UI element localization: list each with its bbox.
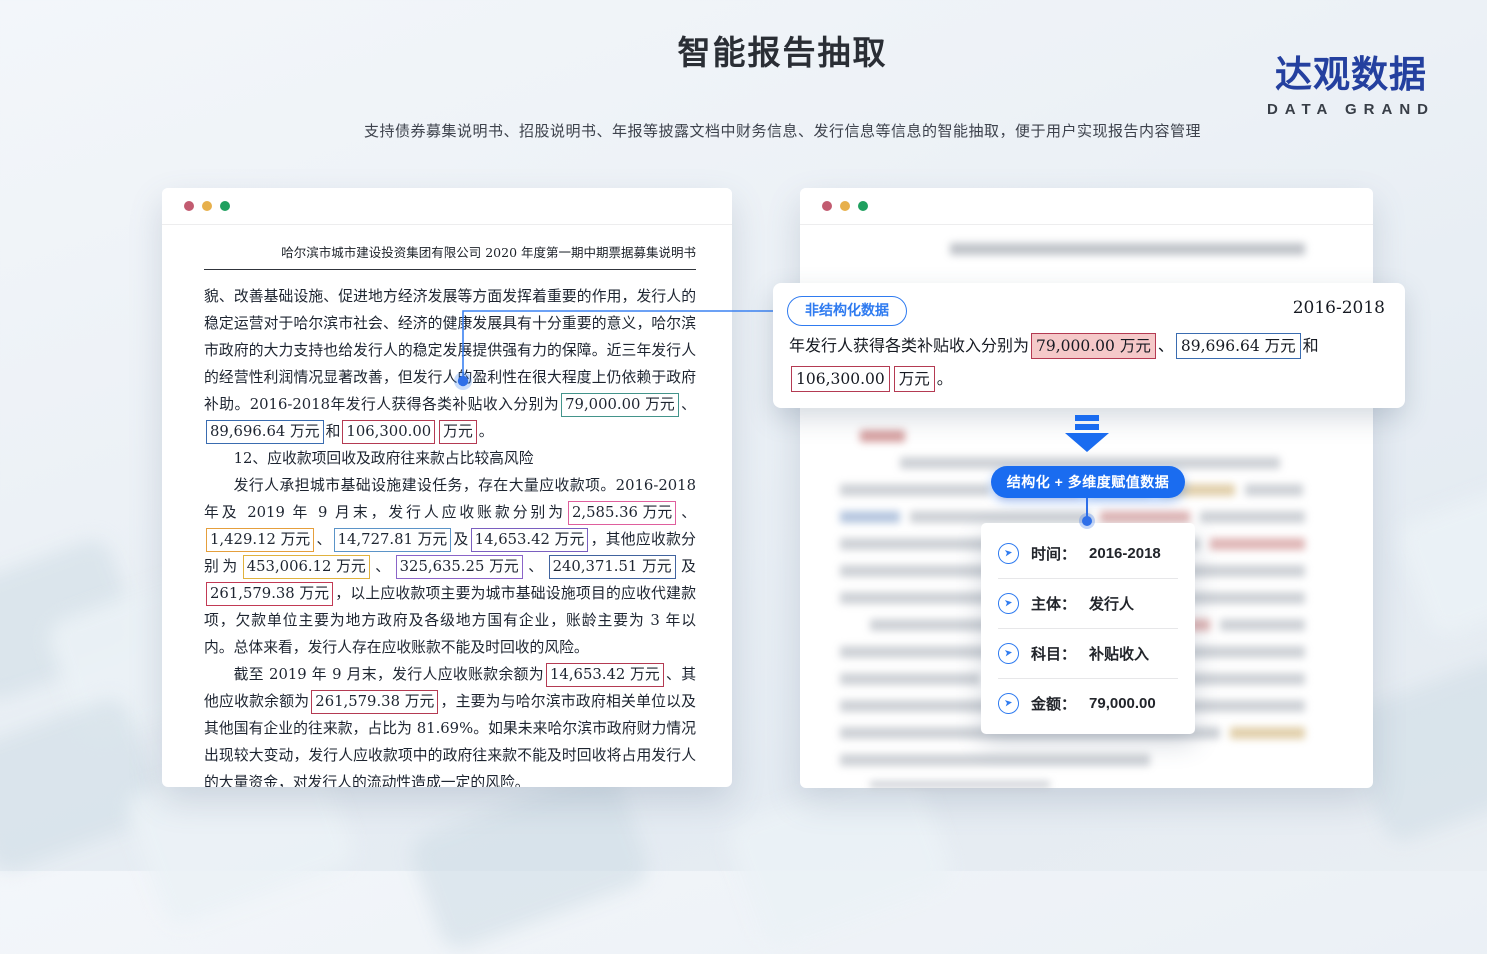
extracted-value: 14,727.81 万元 [334,528,452,552]
field-row-2: ➤ 主体： 发行人 [998,579,1178,629]
extracted-value: 14,653.42 万元 [546,663,664,687]
extracted-value: 106,300.00 [342,420,435,444]
traffic-light-green-icon [220,201,230,211]
field-label: 科目： [1031,643,1076,664]
doc-text: 、 [316,531,331,548]
field-label: 主体： [1031,593,1076,614]
document-page: 哈尔滨市城市建设投资集团有限公司 2020 年度第一期中期票据募集说明书 貌、改… [204,225,696,787]
blurred-text-line [870,781,1050,788]
page-subtitle: 支持债券募集说明书、招股说明书、年报等披露文档中财务信息、发行信息等信息的智能抽… [162,120,1403,141]
extracted-value: 261,579.38 万元 [311,690,438,714]
unstructured-data-tag[interactable]: 非结构化数据 [787,296,907,326]
field-value: 补贴收入 [1089,643,1149,664]
field-label: 金额： [1031,693,1076,714]
blurred-text-line [860,430,905,442]
blurred-text-line [840,592,1000,604]
brand-logo-cn: 达观数据 [1267,44,1435,98]
blurred-text-line [1100,511,1190,523]
extracted-value: 89,696.64 万元 [206,420,324,444]
send-icon: ➤ [997,642,1021,666]
page-title: 智能报告抽取 [162,26,1403,74]
traffic-light-red-icon [184,201,194,211]
window-header [162,188,732,225]
callout-text: 年发行人获得各类补贴收入分别为79,000.00 万元、89,696.64 万元… [789,329,1389,395]
document-header-title: 哈尔滨市城市建设投资集团有限公司 2020 年度第一期中期票据募集说明书 [204,242,696,270]
doc-text: 。 [479,423,494,440]
doc-paragraph: 12、应收款项回收及政府往来款占比较高风险 [204,445,696,472]
extracted-value: 万元 [894,366,935,392]
doc-text: 12、应收款项回收及政府往来款占比较高风险 [234,450,534,467]
extracted-value: 1,429.12 万元 [206,528,314,552]
blurred-text-line [1200,511,1305,523]
doc-text: 、 [681,396,696,413]
doc-text: 。 [937,369,953,388]
blurred-text-line [1230,727,1305,739]
doc-text: 、 [525,558,547,575]
structured-result-card: ➤ 时间： 2016-2018 ➤ 主体： 发行人 ➤ 科目： 补贴收入 ➤ 金额： 79,000.0… [981,523,1195,734]
blurred-text-line [840,754,1150,766]
send-icon: ➤ [997,592,1021,616]
traffic-light-yellow-icon [202,201,212,211]
doc-text: 和 [1303,336,1319,355]
doc-text: 和 [326,423,341,440]
callout-period: 2016-2018 [1293,298,1385,318]
traffic-light-green-icon [858,201,868,211]
blurred-text-line [840,484,990,496]
doc-text: 年发行人获得各类补贴收入分别为 [789,336,1029,355]
blurred-text-line [1220,619,1305,631]
extracted-value: 261,579.38 万元 [206,582,333,606]
doc-text: 及 [678,558,696,575]
extracted-value: 240,371.51 万元 [549,555,676,579]
document-body: 貌、改善基础设施、促进地方经济发展等方面发挥着重要的作用，发行人的稳定运营对于哈… [204,283,696,787]
doc-text: 、 [372,558,394,575]
doc-text: 及 [453,531,468,548]
extracted-value: 79,000.00 万元 [561,393,679,417]
blurred-text-line [950,243,1305,255]
send-icon: ➤ [997,692,1021,716]
blurred-text-line [1245,484,1303,496]
extracted-value: 79,000.00 万元 [1031,333,1156,359]
doc-paragraph: 截至 2019 年 9 月末，发行人应收账款余额为14,653.42 万元、其他… [204,661,696,787]
doc-text: 截至 2019 年 9 月末，发行人应收账款余额为 [234,666,544,683]
extracted-value: 453,006.12 万元 [243,555,370,579]
field-label: 时间： [1031,543,1076,564]
field-value: 2016-2018 [1089,545,1161,562]
doc-text: 、 [678,504,696,521]
extracted-value: 106,300.00 [791,366,890,392]
doc-paragraph: 貌、改善基础设施、促进地方经济发展等方面发挥着重要的作用，发行人的稳定运营对于哈… [204,283,696,445]
extracted-value: 2,585.36 万元 [568,501,676,525]
blurred-text-line [910,511,1090,523]
extracted-value: 325,635.25 万元 [396,555,523,579]
traffic-light-yellow-icon [840,201,850,211]
background-key-shape [406,766,654,954]
connector-dot [1082,516,1092,526]
extracted-value: 万元 [439,420,477,444]
field-row-4: ➤ 金额： 79,000.00 [998,679,1178,728]
blurred-text-line [1210,538,1305,550]
send-icon: ➤ [997,542,1021,566]
field-value: 发行人 [1089,593,1134,614]
background-key-shape [724,760,956,951]
unstructured-data-callout: 非结构化数据 2016-2018 年发行人获得各类补贴收入分别为79,000.0… [773,283,1405,408]
blurred-text-line [840,673,980,685]
doc-text: 、 [1158,336,1174,355]
hero-header: 智能报告抽取 支持债券募集说明书、招股说明书、年报等披露文档中财务信息、发行信息… [162,0,1403,141]
structured-data-button[interactable]: 结构化 + 多维度赋值数据 [991,466,1185,498]
brand-logo-en: DATA GRAND [1267,101,1435,118]
field-row-3: ➤ 科目： 补贴收入 [998,629,1178,679]
extracted-value: 14,653.42 万元 [471,528,589,552]
traffic-light-red-icon [822,201,832,211]
blurred-text-line [840,511,900,523]
window-header [800,188,1373,225]
doc-paragraph: 发行人承担城市基础设施建设任务，存在大量应收款项。2016-2018 年及 20… [204,472,696,661]
extracted-value: 89,696.64 万元 [1176,333,1301,359]
field-value: 79,000.00 [1089,695,1156,712]
field-row-1: ➤ 时间： 2016-2018 [998,529,1178,579]
source-document-window: 哈尔滨市城市建设投资集团有限公司 2020 年度第一期中期票据募集说明书 貌、改… [162,188,732,787]
brand-logo: 达观数据 DATA GRAND [1267,44,1435,118]
background-key-shape [1394,480,1487,641]
down-arrow-icon [1064,415,1110,453]
